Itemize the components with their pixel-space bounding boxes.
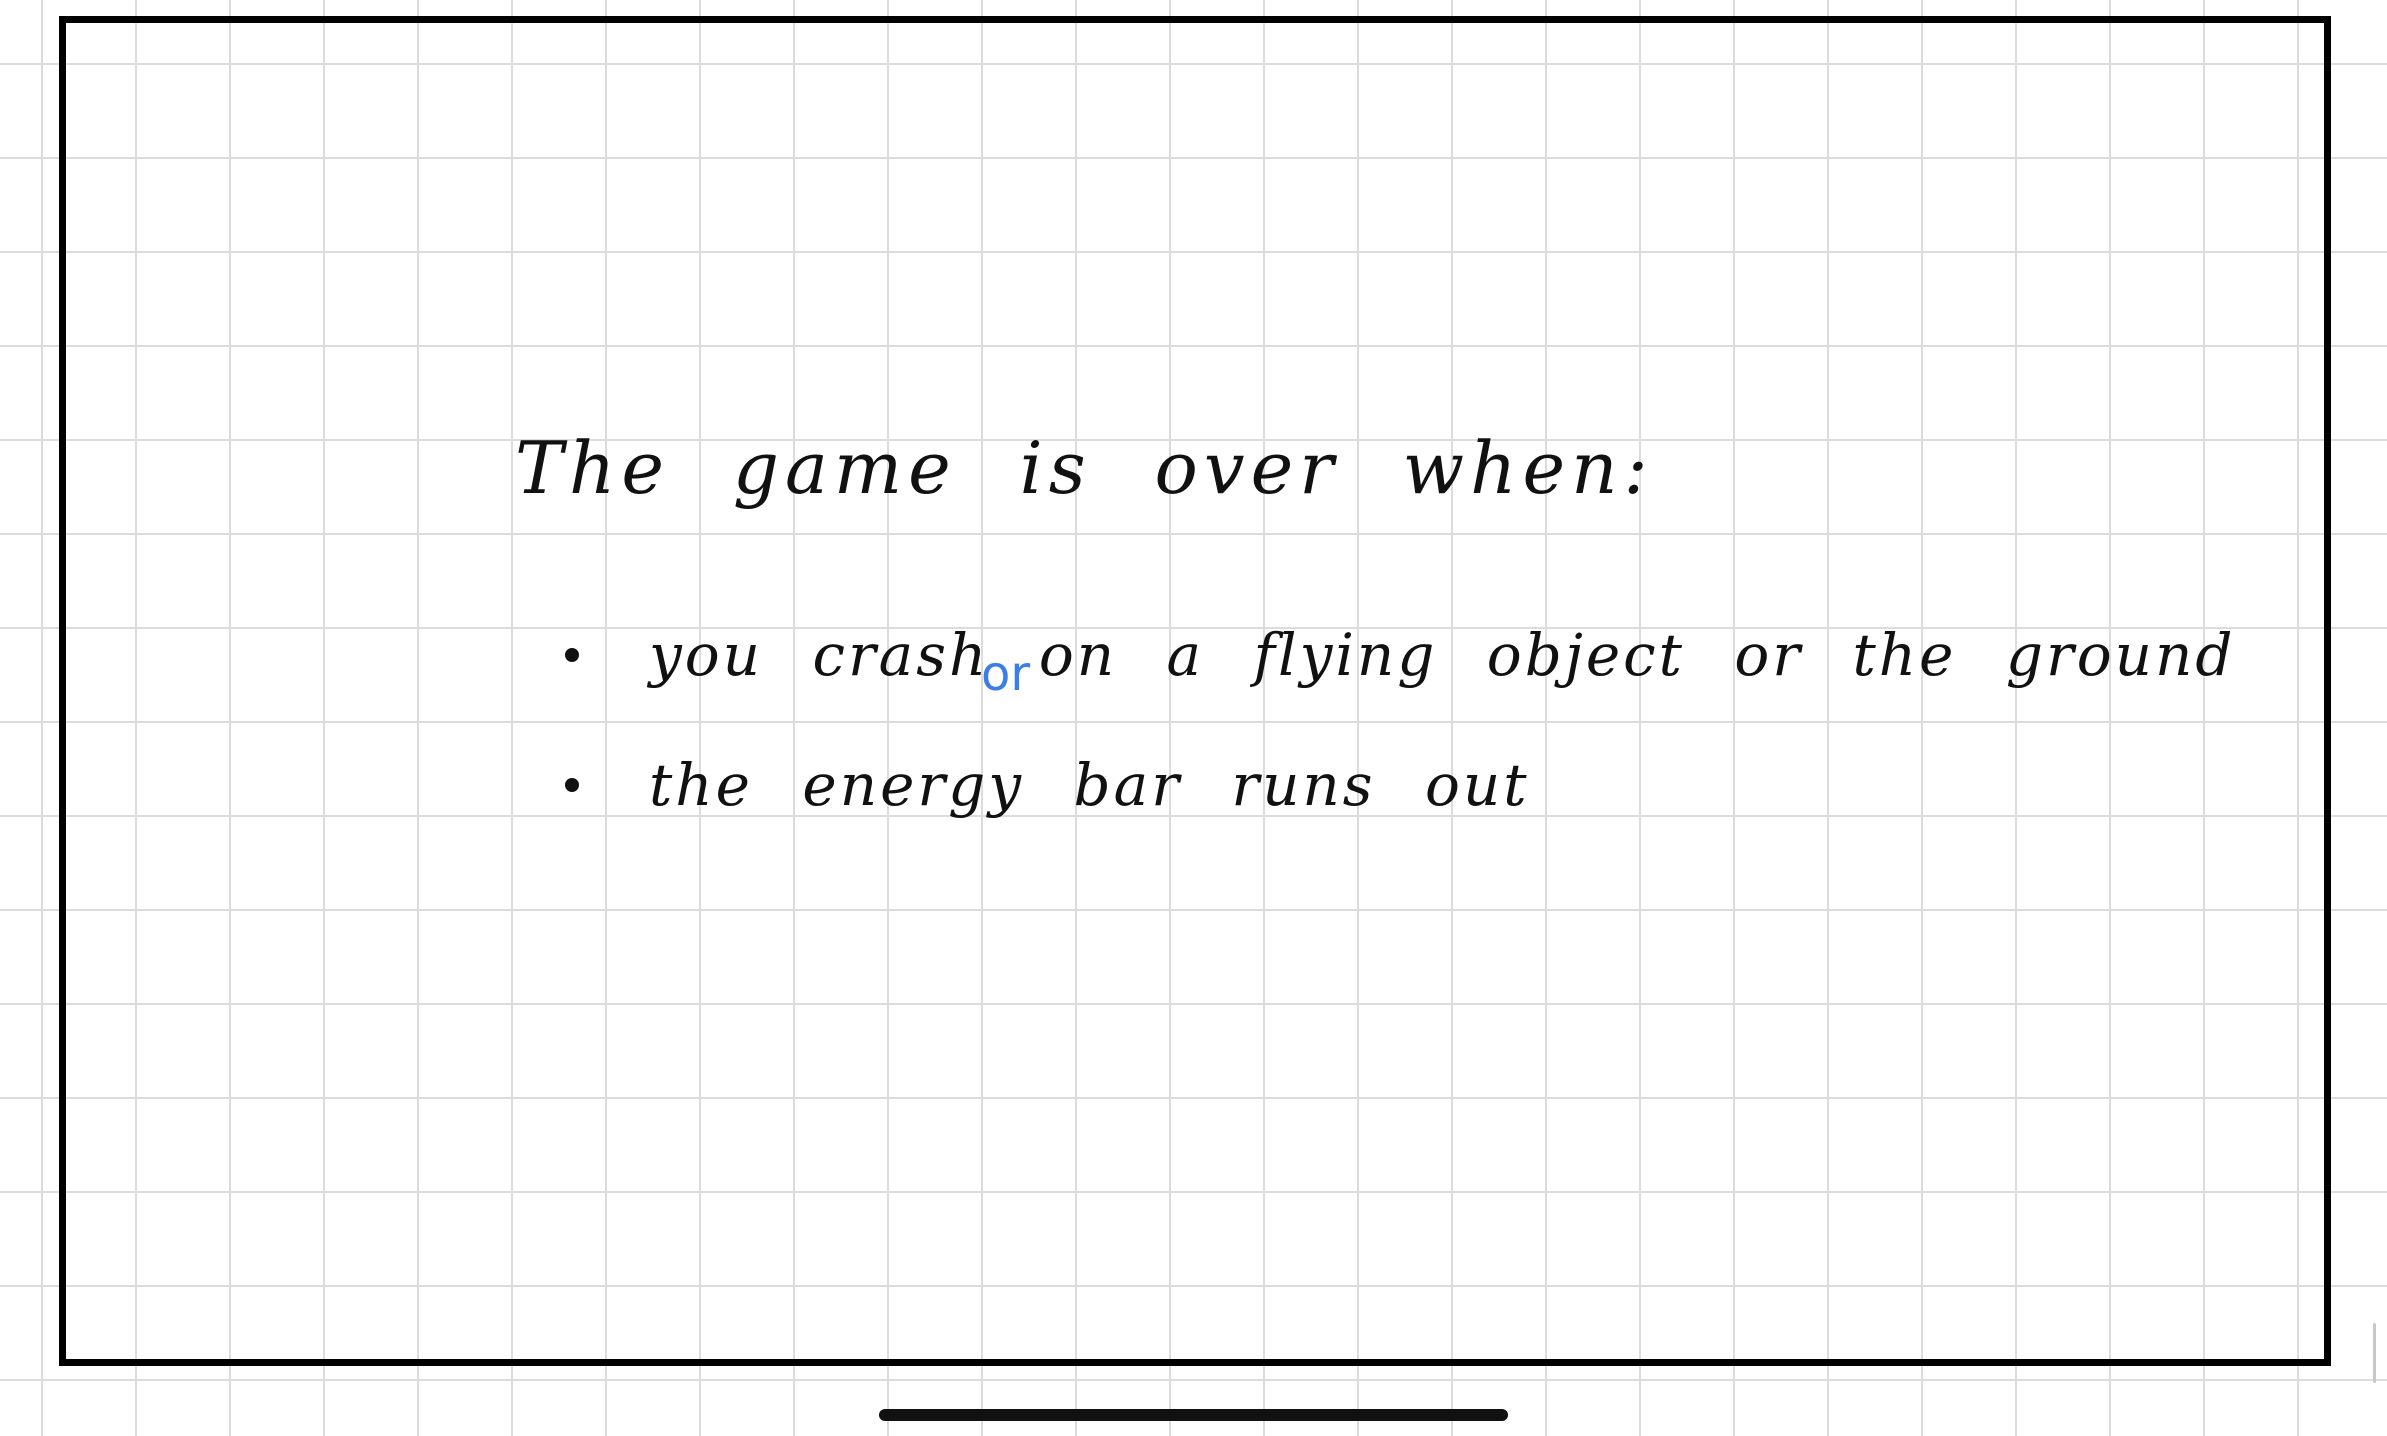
list-item-text: the energy bar runs out (649, 751, 1530, 819)
list-item-text: you crash on a flying object or the grou… (649, 621, 2236, 689)
home-indicator[interactable] (879, 1409, 1508, 1421)
scrollbar[interactable] (2373, 1323, 2376, 1383)
bullet-icon (565, 648, 579, 662)
list-item: you crash on a flying object or the grou… (565, 590, 2236, 720)
bullet-icon (565, 778, 579, 792)
condition-list: you crash on a flying object or the grou… (565, 590, 2236, 850)
list-item: the energy bar runs out (565, 720, 2236, 850)
notebook-canvas[interactable]: The game is over when: you crash on a fl… (0, 0, 2387, 1436)
inserted-annotation: or (981, 646, 1031, 702)
note-title: The game is over when: (515, 426, 1654, 510)
